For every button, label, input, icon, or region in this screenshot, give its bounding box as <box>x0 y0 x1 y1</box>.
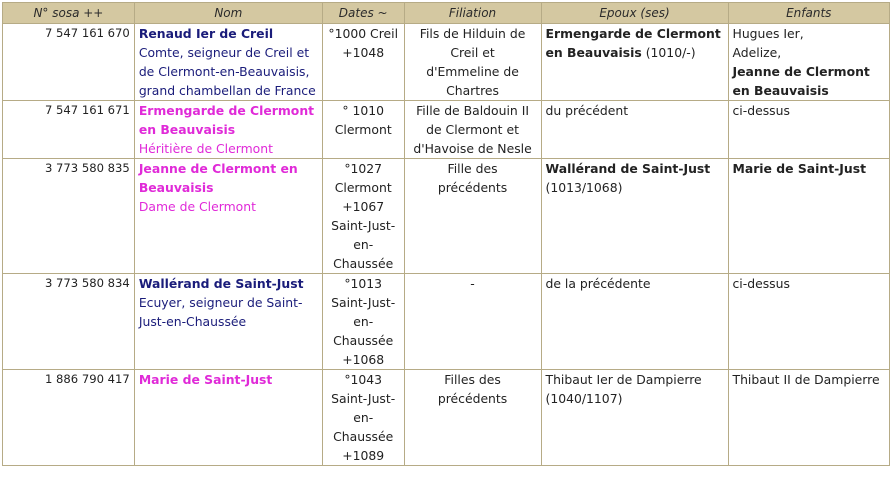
children-cell: Thibaut II de Dampierre <box>727 369 890 466</box>
dates-cell: °1013 Saint-Just- en- Chaussée +1068 <box>321 273 405 370</box>
person-cell: Ermengarde de Clermont en Beauvaisis Hér… <box>133 100 323 159</box>
person-cell: Jeanne de Clermont en Beauvaisis Dame de… <box>133 158 323 274</box>
person-title: Héritière de Clermont <box>138 141 273 156</box>
dates-cell: ° 1010 Clermont <box>321 100 405 159</box>
spouse-cell: du précédent <box>540 100 729 159</box>
person-name-link[interactable]: Renaud Ier de Creil <box>139 26 273 41</box>
person-name-link[interactable]: Marie de Saint-Just <box>139 372 273 387</box>
sosa-number: 7 547 161 670 <box>2 23 135 101</box>
dates-cell: °1027 Clermont +1067 Saint-Just- en- Cha… <box>321 158 405 274</box>
sosa-number: 7 547 161 671 <box>2 100 135 159</box>
filiation-cell: Fille des précédents <box>403 158 542 274</box>
spouse-cell: Wallérand de Saint-Just (1013/1068) <box>540 158 729 274</box>
col-header-epoux: Epoux (ses) <box>540 2 729 24</box>
spouse-link[interactable]: Wallérand de Saint-Just <box>546 161 711 176</box>
children-cell: Marie de Saint-Just <box>727 158 890 274</box>
person-name-link[interactable]: Ermengarde de Clermont en Beauvaisis <box>139 103 314 137</box>
person-cell: Wallérand de Saint-Just Ecuyer, seigneur… <box>133 273 323 370</box>
table-row: 1 886 790 417 Marie de Saint-Just °1043 … <box>2 369 890 466</box>
person-title: Dame de Clermont <box>138 199 256 214</box>
children-cell: ci-dessus <box>727 100 890 159</box>
children-cell: ci-dessus <box>727 273 890 370</box>
sosa-number: 3 773 580 834 <box>2 273 135 370</box>
person-cell: Marie de Saint-Just <box>133 369 323 466</box>
filiation-cell: Filles des précédents <box>403 369 542 466</box>
filiation-cell: Fille de Baldouin II de Clermont et d'Ha… <box>403 100 542 159</box>
spouse-cell: de la précédente <box>540 273 729 370</box>
children-cell: Hugues Ier, Adelize, Jeanne de Clermont … <box>727 23 890 101</box>
dates-cell: °1000 Creil +1048 <box>321 23 405 101</box>
header-row: N° sosa ++ Nom Dates ~ Filiation Epoux (… <box>2 2 890 24</box>
table-row: 7 547 161 670 Renaud Ier de Creil Comte,… <box>2 23 890 101</box>
sosa-number: 1 886 790 417 <box>2 369 135 466</box>
genealogy-table: N° sosa ++ Nom Dates ~ Filiation Epoux (… <box>2 2 890 466</box>
col-header-dates: Dates ~ <box>321 2 405 24</box>
person-title: Comte, seigneur de Creil et de Clermont-… <box>138 45 316 98</box>
child-link[interactable]: Jeanne de Clermont en Beauvaisis <box>733 64 870 98</box>
dates-cell: °1043 Saint-Just- en- Chaussée +1089 <box>321 369 405 466</box>
child-link[interactable]: Marie de Saint-Just <box>733 161 867 176</box>
sosa-number: 3 773 580 835 <box>2 158 135 274</box>
spouse-cell: Ermengarde de Clermont en Beauvaisis (10… <box>540 23 729 101</box>
person-title: Ecuyer, seigneur de Saint-Just-en-Chauss… <box>138 295 303 329</box>
person-cell: Renaud Ier de Creil Comte, seigneur de C… <box>133 23 323 101</box>
table-row: 3 773 580 835 Jeanne de Clermont en Beau… <box>2 158 890 274</box>
col-header-nom: Nom <box>133 2 323 24</box>
table-row: 3 773 580 834 Wallérand de Saint-Just Ec… <box>2 273 890 370</box>
filiation-cell: Fils de Hilduin de Creil et d'Emmeline d… <box>403 23 542 101</box>
person-name-link[interactable]: Wallérand de Saint-Just <box>139 276 304 291</box>
table-row: 7 547 161 671 Ermengarde de Clermont en … <box>2 100 890 159</box>
spouse-cell: Thibaut Ier de Dampierre (1040/1107) <box>540 369 729 466</box>
filiation-cell: - <box>403 273 542 370</box>
person-name-link[interactable]: Jeanne de Clermont en Beauvaisis <box>139 161 298 195</box>
col-header-enfants: Enfants <box>727 2 890 24</box>
col-header-filiation: Filiation <box>403 2 542 24</box>
col-header-sosa: N° sosa ++ <box>2 2 135 24</box>
